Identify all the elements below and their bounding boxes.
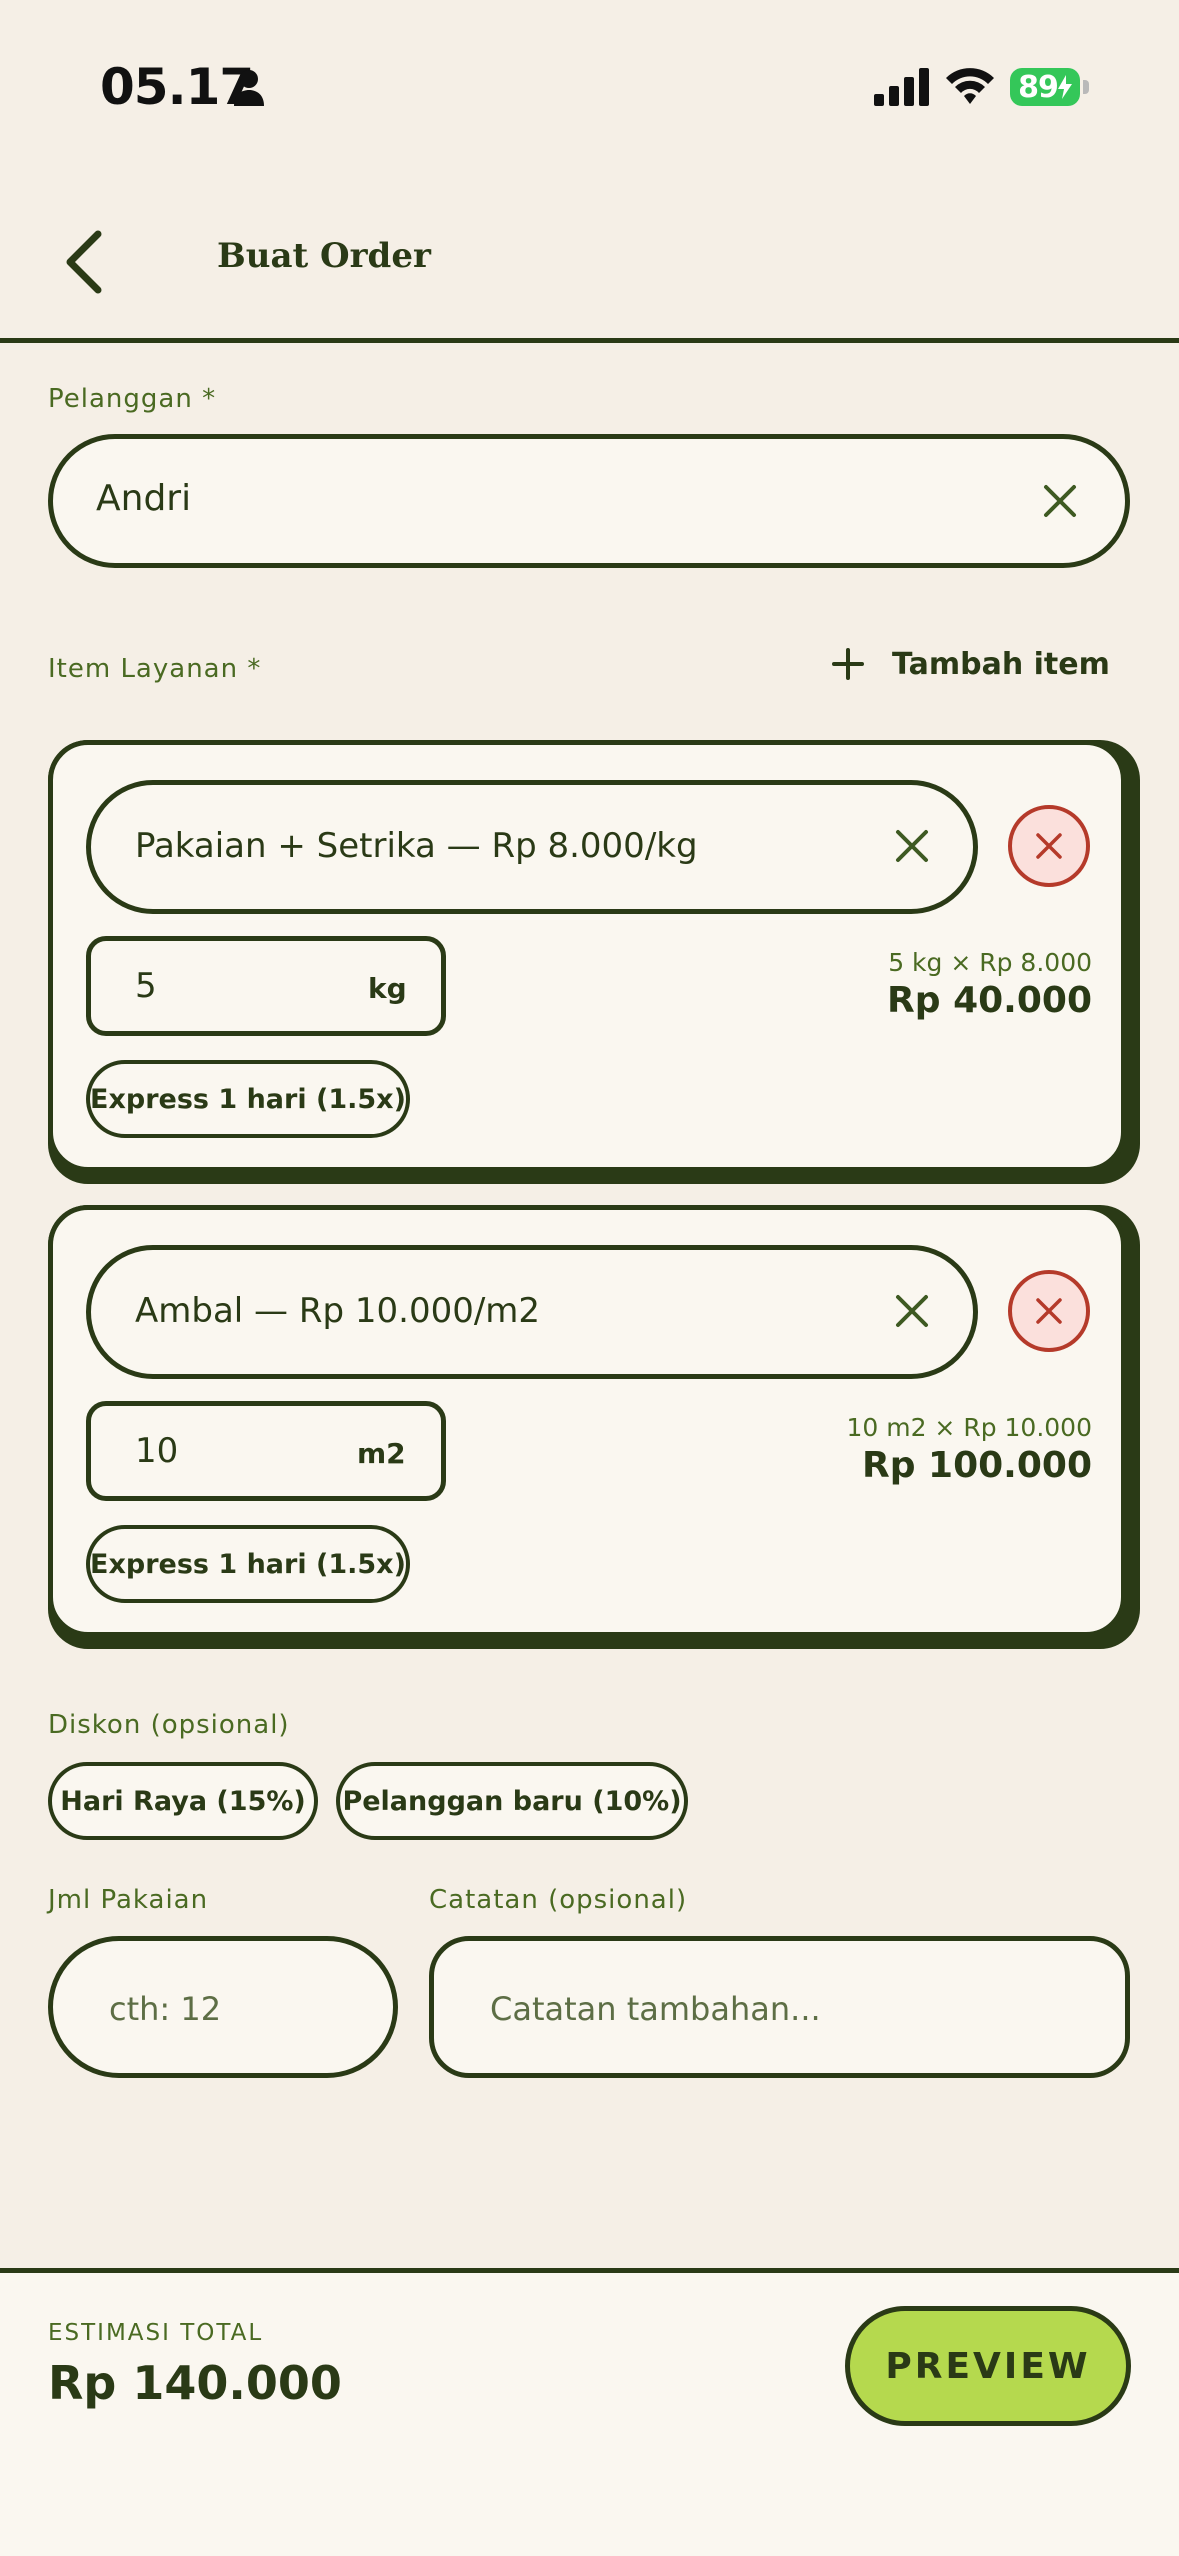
signal-icon — [874, 68, 929, 106]
preview-button[interactable]: PREVIEW — [845, 2306, 1131, 2426]
discount-chip-hari-raya[interactable]: Hari Raya (15%) — [48, 1762, 318, 1840]
item-calculation: 5 kg × Rp 8.000 — [888, 948, 1092, 977]
add-item-button[interactable]: Tambah item — [830, 646, 1110, 682]
item-calculation: 10 m2 × Rp 10.000 — [846, 1413, 1092, 1442]
plus-icon — [832, 648, 864, 680]
customer-value: Andri — [96, 478, 192, 519]
clear-customer-icon[interactable] — [1040, 481, 1080, 521]
garments-placeholder: cth: 12 — [109, 1990, 222, 2028]
back-button[interactable] — [56, 222, 116, 302]
close-icon — [1036, 833, 1062, 859]
customer-input[interactable] — [48, 434, 1130, 568]
page-title: Buat Order — [217, 236, 431, 276]
express-option-chip[interactable]: Express 1 hari (1.5x) — [86, 1060, 410, 1138]
close-icon — [1036, 1298, 1062, 1324]
discount-label: Diskon (opsional) — [48, 1710, 290, 1740]
charging-icon — [1057, 75, 1072, 99]
person-icon — [234, 70, 264, 106]
discount-chip-new-customer[interactable]: Pelanggan baru (10%) — [336, 1762, 688, 1840]
status-time: 05.17 — [100, 58, 254, 116]
quantity-value: 10 — [135, 1431, 179, 1471]
wifi-icon — [946, 68, 994, 104]
total-label: ESTIMASI TOTAL — [48, 2320, 264, 2346]
item-subtotal: Rp 100.000 — [862, 1445, 1092, 1486]
battery-nub — [1083, 80, 1089, 94]
items-label: Item Layanan * — [48, 654, 262, 684]
battery-indicator: 89 — [1010, 68, 1080, 106]
quantity-value: 5 — [135, 966, 157, 1006]
clear-service-icon[interactable] — [892, 826, 932, 866]
garments-label: Jml Pakaian — [48, 1885, 209, 1915]
total-value: Rp 140.000 — [48, 2356, 342, 2410]
service-select-value: Ambal — Rp 10.000/m2 — [135, 1291, 541, 1331]
notes-label: Catatan (opsional) — [429, 1885, 688, 1915]
item-subtotal: Rp 40.000 — [887, 980, 1092, 1021]
garments-input[interactable] — [48, 1936, 398, 2078]
customer-label: Pelanggan * — [48, 384, 217, 414]
clear-service-icon[interactable] — [892, 1291, 932, 1331]
quantity-unit: m2 — [357, 1437, 406, 1470]
service-select-value: Pakaian + Setrika — Rp 8.000/kg — [135, 826, 698, 866]
remove-item-button[interactable] — [1008, 805, 1090, 887]
quantity-unit: kg — [368, 972, 407, 1005]
remove-item-button[interactable] — [1008, 1270, 1090, 1352]
express-option-chip[interactable]: Express 1 hari (1.5x) — [86, 1525, 410, 1603]
add-item-label: Tambah item — [892, 646, 1110, 682]
notes-placeholder: Catatan tambahan... — [490, 1990, 821, 2028]
battery-level: 89 — [1018, 69, 1059, 105]
header-divider — [0, 338, 1179, 343]
